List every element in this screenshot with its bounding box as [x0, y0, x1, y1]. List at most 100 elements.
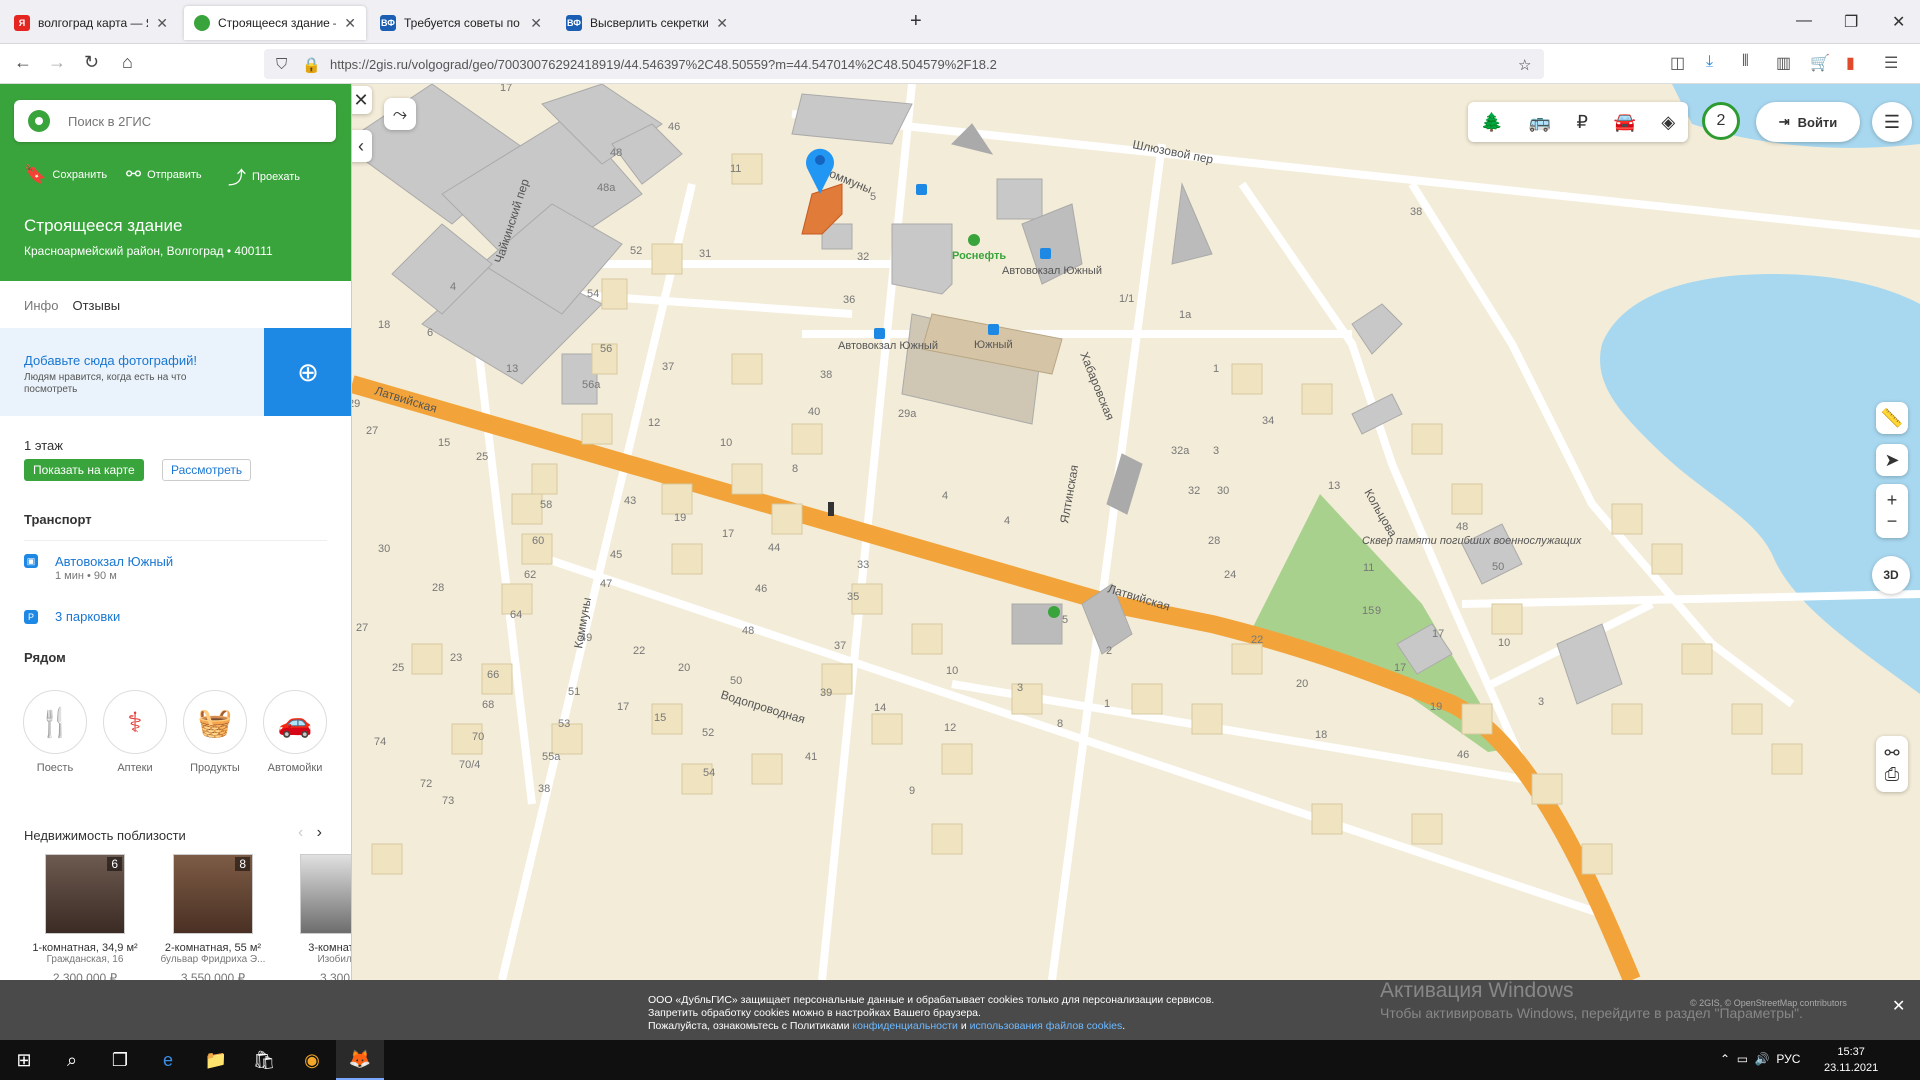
url-bar[interactable]: ⛉ 🔒 https://2gis.ru/volgograd/geo/700300… [264, 49, 1544, 79]
locate-me-button[interactable]: ➤ [1876, 444, 1908, 476]
close-tab-icon[interactable]: ✕ [344, 15, 356, 32]
reload-icon[interactable]: ↻ [84, 52, 99, 73]
file-explorer-icon[interactable]: 📁 [192, 1040, 240, 1080]
bus-icon[interactable]: 🚌 [1529, 112, 1551, 133]
house-number: 18 [378, 319, 390, 331]
tab-reviews[interactable]: Отзывы [72, 298, 120, 331]
ruler-button[interactable]: 📏 [1876, 402, 1908, 434]
show-on-map-button[interactable]: Показать на карте [24, 459, 144, 481]
minimize-icon[interactable]: — [1796, 12, 1812, 30]
cookie-policy-link[interactable]: использования файлов cookies [970, 1020, 1123, 1032]
main-menu-button[interactable]: ☰ [1872, 102, 1912, 142]
share-icon[interactable]: ⚯ [1884, 743, 1899, 764]
extension-icon[interactable]: ▮ [1846, 53, 1855, 73]
bus-stop-link[interactable]: Автовокзал Южный [55, 554, 173, 569]
new-tab-icon[interactable]: + [910, 10, 922, 33]
windows-start-icon[interactable]: ⊞ [0, 1040, 48, 1080]
nearby-food[interactable]: 🍴 Поесть [22, 690, 88, 774]
tab-forum-1[interactable]: ВФ Требуется советы по собрани ✕ [370, 6, 552, 40]
traffic-icon[interactable]: 🚘 [1613, 112, 1635, 133]
nearby-pharmacy[interactable]: ⚕ Аптеки [102, 690, 168, 774]
search-icon[interactable]: ⌕ [48, 1040, 96, 1080]
close-card-button[interactable]: ✕ [352, 86, 372, 114]
save-button[interactable]: 🔖 Сохранить [24, 164, 107, 185]
nav-bar: ← → ↻ ⌂ ⛉ 🔒 https://2gis.ru/volgograd/ge… [0, 44, 1920, 84]
tab-2gis[interactable]: Строящееся здание — 2ГИС ✕ [184, 6, 366, 40]
gas-station-icon[interactable] [968, 234, 980, 246]
download-icon[interactable]: ⤓ [1706, 53, 1713, 71]
print-icon[interactable]: ⎙ [1885, 764, 1899, 785]
language-indicator[interactable]: РУС [1776, 1052, 1800, 1066]
ruble-icon[interactable]: ₽ [1577, 112, 1588, 133]
firefox-icon[interactable]: 🦊 [336, 1040, 384, 1080]
volume-icon[interactable]: 🔊 [1755, 1052, 1770, 1066]
add-photo-button[interactable]: ⊕ [264, 328, 351, 416]
realty-card[interactable]: 3-комнатная Изобильн 3 300 0 [275, 854, 351, 980]
bus-stop-icon[interactable] [874, 328, 885, 339]
view-button[interactable]: Рассмотреть [162, 459, 252, 481]
privacy-policy-link[interactable]: конфиденциальности [852, 1020, 958, 1032]
tab-title: Требуется советы по собрани [404, 16, 522, 30]
realty-card[interactable]: 8 2-комнатная, 55 м² бульвар Фридриха Э.… [148, 854, 278, 980]
nearby-carwash[interactable]: 🚗 Автомойки [262, 690, 328, 774]
tray-chevron-icon[interactable]: ⌃ [1720, 1052, 1730, 1066]
layers-icon[interactable]: ◈ [1661, 112, 1675, 133]
sidebar-icon[interactable]: ▥ [1776, 53, 1791, 73]
task-view-icon[interactable]: ❐ [96, 1040, 144, 1080]
yandex-browser-icon[interactable]: ◉ [288, 1040, 336, 1080]
parking-link[interactable]: 3 парковки [55, 609, 120, 624]
shop-icon[interactable] [1048, 606, 1060, 618]
tab-forum-2[interactable]: ВФ Высверлить секретки | Страни ✕ [556, 6, 738, 40]
search-input[interactable] [68, 113, 308, 129]
location-marker[interactable] [806, 148, 834, 194]
home-icon[interactable]: ⌂ [122, 52, 133, 73]
url-text[interactable]: https://2gis.ru/volgograd/geo/7003007629… [330, 57, 997, 72]
house-number: 70 [472, 731, 484, 743]
close-tab-icon[interactable]: ✕ [156, 15, 168, 32]
tree-icon[interactable]: 🌲 [1481, 112, 1503, 133]
house-number: 50 [1492, 561, 1504, 573]
3d-toggle-button[interactable]: 3D [1872, 556, 1910, 594]
house-number: 54 [587, 288, 599, 300]
cart-icon[interactable]: 🛒 [1810, 53, 1830, 73]
realty-card[interactable]: 6 1-комнатная, 34,9 м² Гражданская, 16 2… [20, 854, 150, 980]
forward-icon[interactable]: → [48, 52, 66, 73]
collapse-sidebar-button[interactable]: ‹ [352, 130, 372, 162]
bus-stop-icon[interactable] [916, 184, 927, 195]
login-button[interactable]: ⇥ Войти [1756, 102, 1860, 142]
add-photo-title[interactable]: Добавьте сюда фотографий! [24, 353, 197, 368]
tab-yandex[interactable]: Я волгоград карта — Яндекс: на ✕ [4, 6, 178, 40]
store-icon[interactable]: 🛍 [240, 1040, 288, 1080]
tab-info[interactable]: Инфо [24, 298, 59, 331]
route-button[interactable]: ⤴ Проехать [228, 164, 300, 190]
map-layer[interactable]: 17 46 48 48а 11 5 52 31 32 36 38 4 54 18… [352, 84, 1920, 980]
map-canvas[interactable]: 17 46 48 48а 11 5 52 31 32 36 38 4 54 18… [352, 84, 1920, 980]
nearby-groceries[interactable]: 🧺 Продукты [182, 690, 248, 774]
close-window-icon[interactable]: ✕ [1892, 12, 1905, 32]
back-icon[interactable]: ← [14, 52, 32, 73]
search-box[interactable] [14, 100, 336, 142]
chevron-left-icon[interactable]: ‹ [298, 824, 303, 841]
bus-stop-icon[interactable] [1040, 248, 1051, 259]
shield-icon[interactable]: ⛉ [276, 56, 287, 73]
restore-icon[interactable]: ❐ [1844, 12, 1858, 32]
send-button[interactable]: ⚯ Отправить [126, 164, 202, 185]
clock[interactable]: 15:37 23.11.2021 [1824, 1044, 1878, 1076]
close-icon[interactable]: ✕ [1892, 996, 1905, 1016]
network-icon[interactable]: ▭ [1737, 1052, 1748, 1066]
bookmark-star-icon[interactable]: ☆ [1518, 56, 1531, 74]
route-toggle-button[interactable]: ⤳ [384, 98, 416, 130]
lock-icon[interactable]: 🔒 [302, 56, 321, 74]
pocket-icon[interactable]: ◫ [1670, 53, 1685, 73]
chevron-right-icon[interactable]: › [317, 824, 322, 841]
bus-stop-icon[interactable] [988, 324, 999, 335]
realty-price: 3 550 000 ₽ [180, 971, 246, 980]
zoom-in-icon[interactable]: + [1887, 490, 1898, 511]
library-icon[interactable]: ⫴ [1742, 53, 1749, 71]
menu-icon[interactable]: ☰ [1884, 53, 1898, 73]
close-tab-icon[interactable]: ✕ [530, 15, 542, 32]
close-tab-icon[interactable]: ✕ [716, 15, 728, 32]
notification-badge[interactable]: 2 [1702, 102, 1740, 140]
zoom-out-icon[interactable]: − [1887, 511, 1898, 532]
edge-icon[interactable]: e [144, 1040, 192, 1080]
